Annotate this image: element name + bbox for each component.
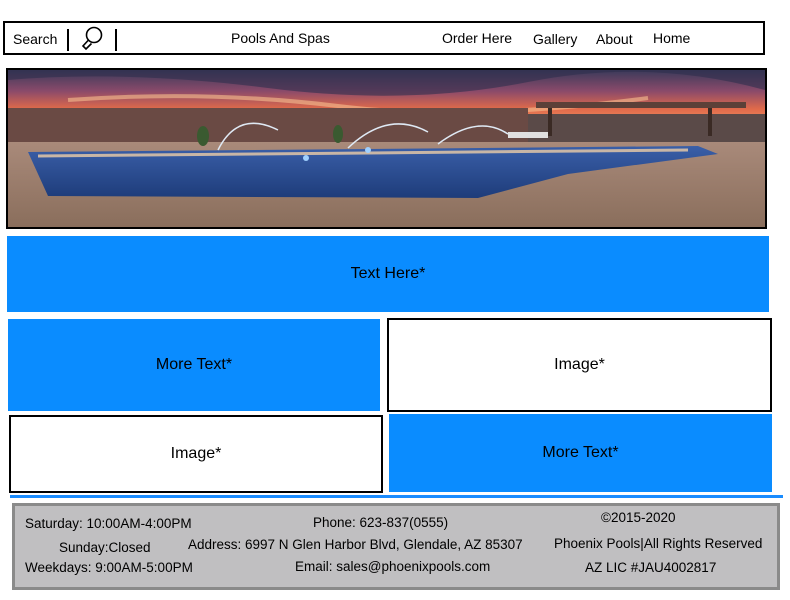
more-text-label: More Text* — [542, 444, 619, 461]
hours-saturday: Saturday: 10:00AM-4:00PM — [25, 516, 192, 531]
contact-email: Email: sales@phoenixpools.com — [295, 559, 491, 574]
hours-weekdays: Weekdays: 9:00AM-5:00PM — [25, 560, 193, 575]
hero-pool-image — [6, 68, 767, 229]
top-nav-bar: Search Pools And Spas Order Here Gallery… — [3, 21, 765, 55]
nav-link-about[interactable]: About — [596, 31, 633, 47]
nav-link-order-here[interactable]: Order Here — [442, 30, 512, 46]
contact-phone: Phone: 623-837(0555) — [313, 515, 449, 530]
image-label: Image* — [170, 445, 222, 462]
search-icon[interactable] — [75, 25, 105, 53]
search-divider-right — [115, 29, 117, 51]
footer-separator — [10, 495, 783, 498]
site-title: Pools And Spas — [231, 30, 330, 46]
copyright: ©2015-2020 — [601, 510, 676, 525]
hours-sunday: Sunday:Closed — [59, 540, 151, 555]
image-placeholder-right: Image* — [387, 318, 772, 412]
nav-link-gallery[interactable]: Gallery — [533, 31, 577, 47]
nav-link-home[interactable]: Home — [653, 30, 690, 46]
pool-photo-icon — [8, 70, 765, 227]
more-text-label: More Text* — [155, 356, 233, 373]
license-number: AZ LIC #JAU4002817 — [585, 560, 717, 575]
text-here-block: Text Here* — [7, 236, 769, 312]
search-label[interactable]: Search — [13, 31, 57, 47]
image-label: Image* — [554, 356, 605, 373]
search-divider-left — [67, 29, 69, 51]
footer: Saturday: 10:00AM-4:00PM Sunday:Closed W… — [12, 503, 780, 590]
more-text-block-right: More Text* — [389, 414, 772, 492]
contact-address: Address: 6997 N Glen Harbor Blvd, Glenda… — [188, 537, 523, 552]
image-placeholder-left: Image* — [9, 415, 383, 493]
rights-reserved: Phoenix Pools|All Rights Reserved — [554, 536, 763, 551]
text-here-label: Text Here* — [350, 265, 426, 282]
more-text-block-left: More Text* — [8, 319, 380, 411]
